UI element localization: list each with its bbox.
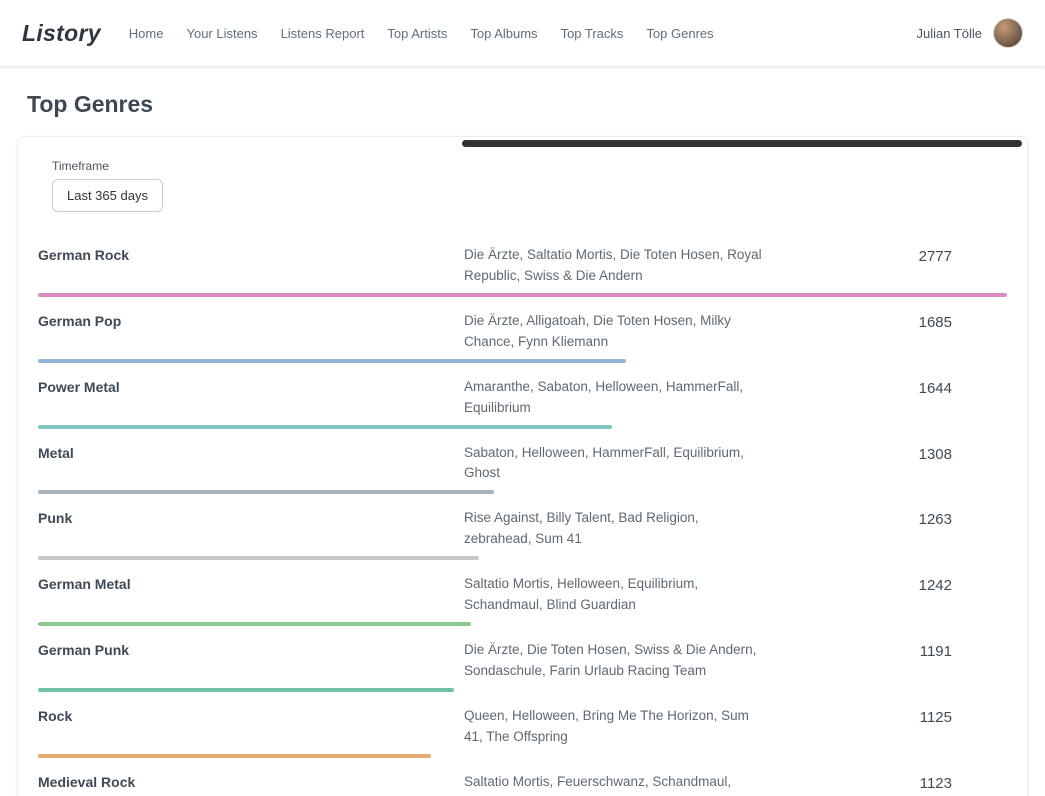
nav-item-listens-report[interactable]: Listens Report <box>281 26 365 41</box>
timeframe-label: Timeframe <box>52 159 1007 173</box>
genre-row[interactable]: German Punk Die Ärzte, Die Toten Hosen, … <box>38 633 1007 699</box>
genre-row[interactable]: Power Metal Amaranthe, Sabaton, Hellowee… <box>38 370 1007 436</box>
genre-artists-list: Rise Against, Billy Talent, Bad Religion… <box>464 508 857 550</box>
genre-listen-count: 1685 <box>857 311 1007 331</box>
genre-listen-count: 1644 <box>857 377 1007 397</box>
genre-progress-bar <box>38 359 626 363</box>
top-genres-card: Timeframe Last 365 days German Rock Die … <box>17 136 1028 796</box>
user-name: Julian Tölle <box>916 26 982 41</box>
genre-listen-count: 1123 <box>857 772 1007 792</box>
genre-listen-count: 2777 <box>857 245 1007 265</box>
nav-item-your-listens[interactable]: Your Listens <box>186 26 257 41</box>
genre-name: Power Metal <box>38 377 464 395</box>
nav-item-top-albums[interactable]: Top Albums <box>470 26 537 41</box>
horizontal-scrollbar-thumb[interactable] <box>462 140 1022 147</box>
genre-listen-count: 1125 <box>857 706 1007 726</box>
genre-row[interactable]: Medieval Rock Saltatio Mortis, Feuerschw… <box>38 765 1007 796</box>
genre-table: German Rock Die Ärzte, Saltatio Mortis, … <box>38 238 1007 796</box>
app-logo[interactable]: Listory <box>22 20 101 47</box>
genre-listen-count: 1308 <box>857 443 1007 463</box>
page-title: Top Genres <box>27 91 1045 118</box>
genre-artists-list: Die Ärzte, Saltatio Mortis, Die Toten Ho… <box>464 245 857 287</box>
nav-item-top-tracks[interactable]: Top Tracks <box>561 26 624 41</box>
genre-progress-bar <box>38 425 612 429</box>
nav-item-top-artists[interactable]: Top Artists <box>387 26 447 41</box>
genre-artists-list: Die Ärzte, Die Toten Hosen, Swiss & Die … <box>464 640 857 682</box>
genre-name: German Punk <box>38 640 464 658</box>
genre-progress-bar <box>38 622 471 626</box>
genre-row[interactable]: German Pop Die Ärzte, Alligatoah, Die To… <box>38 304 1007 370</box>
nav-links: Home Your Listens Listens Report Top Art… <box>129 26 714 41</box>
genre-progress-bar <box>38 754 431 758</box>
genre-listen-count: 1191 <box>857 640 1007 660</box>
genre-row[interactable]: German Rock Die Ärzte, Saltatio Mortis, … <box>38 238 1007 304</box>
genre-progress-bar <box>38 688 454 692</box>
genre-artists-list: Amaranthe, Sabaton, Helloween, HammerFal… <box>464 377 857 419</box>
genre-progress-bar <box>38 556 479 560</box>
nav-item-home[interactable]: Home <box>129 26 164 41</box>
genre-artists-list: Sabaton, Helloween, HammerFall, Equilibr… <box>464 443 857 485</box>
genre-name: German Pop <box>38 311 464 329</box>
genre-row[interactable]: Metal Sabaton, Helloween, HammerFall, Eq… <box>38 436 1007 502</box>
genre-row[interactable]: Punk Rise Against, Billy Talent, Bad Rel… <box>38 501 1007 567</box>
genre-listen-count: 1263 <box>857 508 1007 528</box>
genre-name: German Rock <box>38 245 464 263</box>
genre-artists-list: Saltatio Mortis, Helloween, Equilibrium,… <box>464 574 857 616</box>
genre-name: Rock <box>38 706 464 724</box>
top-navigation: Listory Home Your Listens Listens Report… <box>0 0 1045 66</box>
genre-progress-bar <box>38 490 494 494</box>
genre-artists-list: Queen, Helloween, Bring Me The Horizon, … <box>464 706 857 748</box>
genre-name: German Metal <box>38 574 464 592</box>
genre-name: Medieval Rock <box>38 772 464 790</box>
timeframe-select-button[interactable]: Last 365 days <box>52 179 163 212</box>
genre-row[interactable]: Rock Queen, Helloween, Bring Me The Hori… <box>38 699 1007 765</box>
nav-item-top-genres[interactable]: Top Genres <box>646 26 713 41</box>
genre-artists-list: Die Ärzte, Alligatoah, Die Toten Hosen, … <box>464 311 857 353</box>
genre-row[interactable]: German Metal Saltatio Mortis, Helloween,… <box>38 567 1007 633</box>
genre-name: Metal <box>38 443 464 461</box>
user-avatar[interactable] <box>993 18 1023 48</box>
genre-artists-list: Saltatio Mortis, Feuerschwanz, Schandmau… <box>464 772 857 796</box>
genre-listen-count: 1242 <box>857 574 1007 594</box>
user-menu[interactable]: Julian Tölle <box>916 18 1023 48</box>
genre-progress-bar <box>38 293 1007 297</box>
genre-name: Punk <box>38 508 464 526</box>
